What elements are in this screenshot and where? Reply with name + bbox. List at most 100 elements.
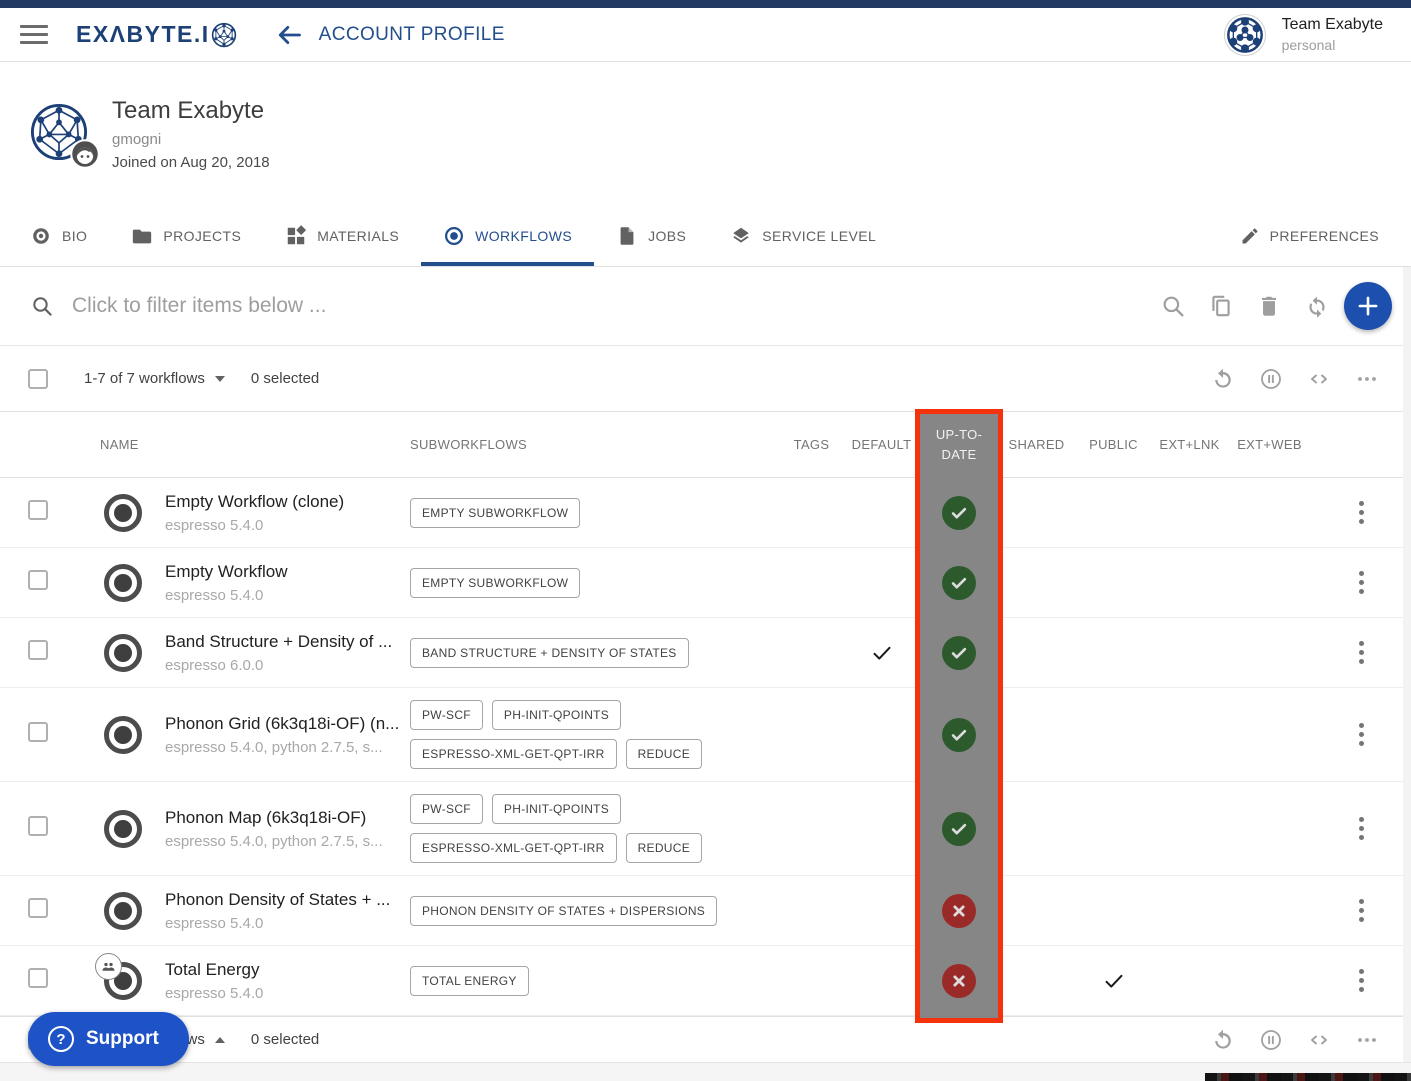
more-icon-button[interactable] [1355, 367, 1379, 391]
tab-service-level[interactable]: SERVICE LEVEL [708, 205, 898, 266]
column-header-ext-web: EXT+WEB [1227, 437, 1312, 452]
workflow-table-body: Empty Workflow (clone) espresso 5.4.0 EMPT… [0, 478, 1411, 1016]
default-check-icon [870, 641, 894, 665]
workflow-name[interactable]: Empty Workflow [165, 562, 410, 582]
row-menu-button[interactable] [1353, 963, 1370, 998]
table-row[interactable]: Band Structure + Density of ...espresso … [0, 618, 1411, 688]
search-icon-button[interactable] [1160, 293, 1186, 319]
row-menu-button[interactable] [1353, 811, 1370, 846]
support-button[interactable]: ? Support [28, 1012, 189, 1066]
up-to-date-cell [942, 894, 976, 928]
rows-range-dropdown[interactable]: 1-7 of 7 workflows [84, 370, 225, 387]
workflow-icon [104, 892, 142, 930]
tab-bio[interactable]: BIO [8, 205, 109, 266]
menu-icon[interactable] [20, 20, 48, 49]
workflow-name[interactable]: Phonon Grid (6k3q18i-OF) (n... [165, 714, 410, 734]
workflow-icon [104, 634, 142, 672]
tab-label: SERVICE LEVEL [762, 228, 876, 244]
delete-icon-button[interactable] [1256, 293, 1282, 319]
subworkflow-chips: BAND STRUCTURE + DENSITY OF STATES [410, 630, 720, 676]
row-menu-button[interactable] [1353, 717, 1370, 752]
pause-icon-button[interactable] [1259, 367, 1283, 391]
copy-icon-button[interactable] [1208, 293, 1234, 319]
column-header-subworkflows: SUBWORKFLOWS [410, 437, 780, 452]
subworkflow-chip: BAND STRUCTURE + DENSITY OF STATES [410, 638, 689, 668]
account-switcher[interactable]: Team Exabyte personal [1224, 14, 1383, 56]
up-to-date-cell [942, 812, 976, 846]
row-checkbox[interactable] [28, 570, 48, 590]
up-to-date-fail-icon [942, 964, 976, 998]
tab-materials[interactable]: MATERIALS [263, 205, 421, 266]
workflow-name[interactable]: Band Structure + Density of ... [165, 632, 410, 652]
subworkflow-chip: PH-INIT-QPOINTS [492, 794, 621, 824]
row-menu-button[interactable] [1353, 565, 1370, 600]
row-checkbox[interactable] [28, 722, 48, 742]
history-icon-button[interactable] [1211, 367, 1235, 391]
profile-header: Team Exabyte gmogni Joined on Aug 20, 20… [0, 62, 1411, 205]
subworkflow-chips: PW-SCFPH-INIT-QPOINTSESPRESSO-XML-GET-QP… [410, 692, 720, 777]
preferences-label: PREFERENCES [1270, 228, 1379, 244]
account-profile-page: EXΛBYTE.I ACCOUNT PROFILE [0, 0, 1411, 1081]
pause-icon-button[interactable] [1259, 1028, 1283, 1052]
table-row[interactable]: Empty Workflow (clone)espresso 5.4.0EMPT… [0, 478, 1411, 548]
workflow-name[interactable]: Phonon Density of States + ... [165, 890, 410, 910]
history-icon-button[interactable] [1211, 1028, 1235, 1052]
page-title: ACCOUNT PROFILE [319, 24, 505, 46]
code-icon-button[interactable] [1307, 367, 1331, 391]
profile-tabs: BIO PROJECTS MATERIALS WORKFLOWS [0, 205, 1411, 267]
row-checkbox[interactable] [28, 640, 48, 660]
row-menu-button[interactable] [1353, 495, 1370, 530]
select-all-checkbox[interactable] [28, 369, 48, 389]
chevron-up-icon [215, 1037, 225, 1043]
up-to-date-cell [942, 636, 976, 670]
back-arrow-icon[interactable] [275, 21, 303, 49]
file-icon [616, 225, 638, 247]
exabyte-logo[interactable]: EXΛBYTE.I [76, 21, 237, 48]
tab-jobs[interactable]: JOBS [594, 205, 708, 266]
column-header-name: NAME [80, 437, 410, 452]
app-bar: EXΛBYTE.I ACCOUNT PROFILE [0, 8, 1411, 62]
table-row[interactable]: Total Energyespresso 5.4.0TOTAL ENERGY [0, 946, 1411, 1016]
subworkflow-chip: TOTAL ENERGY [410, 966, 529, 996]
row-checkbox[interactable] [28, 968, 48, 988]
table-row[interactable]: Phonon Density of States + ... espresso 5… [0, 876, 1411, 946]
pencil-icon [1240, 226, 1260, 246]
refresh-icon-button[interactable] [1304, 293, 1330, 319]
add-workflow-button[interactable] [1344, 282, 1392, 330]
workflow-applications: espresso 5.4.0 [165, 915, 410, 932]
row-checkbox[interactable] [28, 816, 48, 836]
subworkflow-chips: PW-SCFPH-INIT-QPOINTSESPRESSO-XML-GET-QP… [410, 786, 720, 871]
more-icon-button[interactable] [1355, 1028, 1379, 1052]
search-icon [30, 294, 54, 318]
row-menu-button[interactable] [1353, 635, 1370, 670]
selected-count: 0 selected [251, 370, 319, 387]
tab-projects[interactable]: PROJECTS [109, 205, 263, 266]
row-menu-button[interactable] [1353, 893, 1370, 928]
workflow-icon-dot [114, 902, 132, 920]
tab-label: BIO [62, 228, 87, 244]
tab-workflows[interactable]: WORKFLOWS [421, 205, 594, 266]
pagination-actions [1211, 1028, 1411, 1052]
up-to-date-fail-icon [942, 894, 976, 928]
workflow-icon [104, 962, 142, 1000]
subworkflow-chip: REDUCE [626, 739, 702, 769]
workflow-icon-dot [114, 644, 132, 662]
workflow-name[interactable]: Empty Workflow (clone) [165, 492, 410, 512]
tab-label: MATERIALS [317, 228, 399, 244]
code-icon-button[interactable] [1307, 1028, 1331, 1052]
workflow-name[interactable]: Total Energy [165, 960, 410, 980]
filter-input[interactable] [72, 294, 1160, 318]
scrollbar-track[interactable] [1403, 267, 1411, 1062]
row-checkbox[interactable] [28, 500, 48, 520]
question-icon: ? [48, 1026, 74, 1052]
table-row[interactable]: Phonon Grid (6k3q18i-OF) (n...espresso 5… [0, 688, 1411, 782]
preferences-button[interactable]: PREFERENCES [1232, 205, 1387, 266]
row-checkbox[interactable] [28, 898, 48, 918]
table-row[interactable]: Empty Workflowespresso 5.4.0EMPTY SUBWOR… [0, 548, 1411, 618]
table-row[interactable]: Phonon Map (6k3q18i-OF)espresso 5.4.0, p… [0, 782, 1411, 876]
column-header-shared: SHARED [998, 437, 1075, 452]
tab-label: WORKFLOWS [475, 228, 572, 244]
workflow-name[interactable]: Phonon Map (6k3q18i-OF) [165, 808, 410, 828]
subworkflow-chip: EMPTY SUBWORKFLOW [410, 568, 580, 598]
workflow-icon-dot [114, 504, 132, 522]
